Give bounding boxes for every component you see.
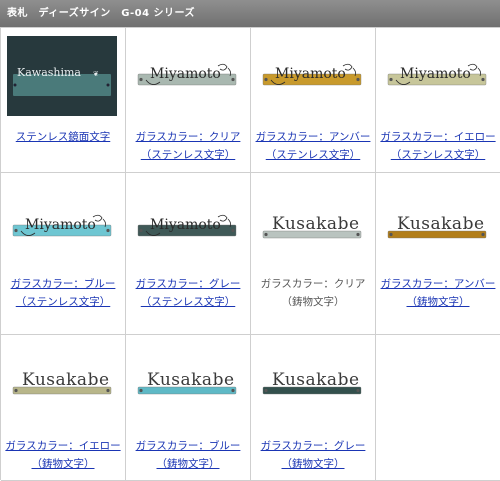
product-link[interactable]: ガラスカラー：クリア （ステンレス文字）	[126, 128, 250, 164]
product-name-line2: （ステンレス文字）	[265, 149, 361, 161]
nameplate-text: Miyamoto	[150, 217, 221, 233]
product-link[interactable]: ガラスカラー：ブルー （鋳物文字）	[126, 437, 250, 473]
nameplate-photo[interactable]: Miyamoto	[7, 187, 117, 267]
screw-icon	[356, 77, 360, 82]
nameplate-photo[interactable]: Miyamoto	[132, 187, 242, 267]
product-name-line1: ガラスカラー：アンバー	[380, 278, 496, 290]
screw-icon	[139, 388, 143, 393]
product-link[interactable]: ガラスカラー：イエロー （鋳物文字）	[1, 437, 125, 473]
product-cell: Kawashima ❦ ステンレス鏡面文字	[1, 28, 126, 173]
nameplate-photo[interactable]: Kawashima ❦	[7, 36, 117, 116]
leaf-icon: ❦	[93, 70, 99, 78]
nameplate-photo[interactable]: Miyamoto	[382, 36, 492, 116]
product-name-line1: ガラスカラー：ブルー	[135, 440, 241, 452]
product-name-line2: （鋳物文字）	[281, 296, 345, 308]
product-name-line2: （ステンレス文字）	[140, 149, 236, 161]
nameplate-text: Miyamoto	[400, 66, 471, 82]
nameplate-text: Miyamoto	[275, 66, 346, 82]
screw-icon	[481, 77, 485, 82]
product-cell: Kusakabe ガラスカラー：イエロー （鋳物文字）	[1, 335, 126, 481]
nameplate-text: Kusakabe	[272, 214, 360, 234]
nameplate-text: Kawashima	[17, 66, 81, 79]
product-cell: Kusakabe ガラスカラー：クリア （鋳物文字）	[251, 173, 376, 335]
product-name-line2: （鋳物文字）	[281, 458, 345, 470]
screw-icon	[139, 77, 143, 82]
nameplate-text: Kusakabe	[272, 370, 360, 390]
product-link[interactable]: ガラスカラー：ブルー （ステンレス文字）	[1, 275, 125, 311]
screw-icon	[389, 77, 393, 82]
nameplate-photo[interactable]: Kusakabe	[132, 343, 242, 423]
screw-icon	[264, 388, 268, 393]
screw-icon	[139, 228, 143, 233]
product-name-line1: ガラスカラー：イエロー	[380, 131, 496, 143]
product-link[interactable]: ガラスカラー：イエロー （ステンレス文字）	[376, 128, 500, 164]
nameplate-photo[interactable]: Kusakabe	[7, 343, 117, 423]
product-name-line1: ステンレス鏡面文字	[15, 131, 111, 143]
product-cell: Kusakabe ガラスカラー：アンバー （鋳物文字）	[376, 173, 500, 335]
screw-icon	[231, 77, 235, 82]
product-cell: Miyamoto ガラスカラー：グレー （ステンレス文字）	[126, 173, 251, 335]
screw-icon	[14, 388, 18, 393]
nameplate-text: Miyamoto	[25, 217, 96, 233]
panel-header: 表札 ディーズサイン G-04 シリーズ	[0, 0, 500, 27]
nameplate-photo[interactable]: Kusakabe	[257, 187, 367, 267]
product-link[interactable]: ガラスカラー：アンバー （ステンレス文字）	[251, 128, 375, 164]
nameplate-photo[interactable]: Miyamoto	[257, 36, 367, 116]
screw-icon	[264, 232, 268, 237]
screw-icon	[106, 228, 110, 233]
nameplate-photo[interactable]: Kusakabe	[257, 343, 367, 423]
product-grid: Kawashima ❦ ステンレス鏡面文字 Miyamoto ガラスカラー：クリア （ス…	[0, 27, 500, 481]
empty-cell	[376, 335, 500, 481]
product-panel: 表札 ディーズサイン G-04 シリーズ Kawashima ❦ ステンレス鏡面文字…	[0, 0, 500, 481]
product-name-line1: ガラスカラー：グレー	[260, 440, 366, 452]
screw-icon	[14, 228, 18, 233]
product-link[interactable]: ガラスカラー：アンバー （鋳物文字）	[376, 275, 500, 311]
product-cell: Miyamoto ガラスカラー：クリア （ステンレス文字）	[126, 28, 251, 173]
product-cell: Kusakabe ガラスカラー：ブルー （鋳物文字）	[126, 335, 251, 481]
product-name-line1: ガラスカラー：イエロー	[5, 440, 121, 452]
product-link[interactable]: ガラスカラー：クリア （鋳物文字）	[251, 275, 375, 311]
nameplate-text: Kusakabe	[22, 370, 110, 390]
product-link[interactable]: ガラスカラー：グレー （ステンレス文字）	[126, 275, 250, 311]
screw-icon	[264, 77, 268, 82]
product-name-line2: （ステンレス文字）	[140, 296, 236, 308]
product-name-line1: ガラスカラー：クリア	[135, 131, 241, 143]
product-name-line2: （ステンレス文字）	[390, 149, 486, 161]
product-name-line1: ガラスカラー：クリア	[260, 278, 366, 290]
screw-icon	[13, 83, 17, 87]
screw-icon	[389, 232, 393, 237]
product-cell: Miyamoto ガラスカラー：アンバー （ステンレス文字）	[251, 28, 376, 173]
nameplate-text: Kusakabe	[397, 214, 485, 234]
product-name-line1: ガラスカラー：アンバー	[255, 131, 371, 143]
screw-icon	[106, 83, 110, 87]
product-name-line2: （鋳物文字）	[406, 296, 470, 308]
screw-icon	[231, 228, 235, 233]
nameplate-text: Kusakabe	[147, 370, 235, 390]
product-name-line1: ガラスカラー：ブルー	[10, 278, 116, 290]
nameplate-text: Miyamoto	[150, 66, 221, 82]
product-name-line1: ガラスカラー：グレー	[135, 278, 241, 290]
nameplate-photo[interactable]: Miyamoto	[132, 36, 242, 116]
product-name-line2: （鋳物文字）	[156, 458, 220, 470]
product-link[interactable]: ガラスカラー：グレー （鋳物文字）	[251, 437, 375, 473]
product-cell: Miyamoto ガラスカラー：ブルー （ステンレス文字）	[1, 173, 126, 335]
product-link[interactable]: ステンレス鏡面文字	[1, 128, 125, 146]
nameplate-photo[interactable]: Kusakabe	[382, 187, 492, 267]
product-name-line2: （ステンレス文字）	[15, 296, 111, 308]
product-name-line2: （鋳物文字）	[31, 458, 95, 470]
product-cell: Kusakabe ガラスカラー：グレー （鋳物文字）	[251, 335, 376, 481]
product-cell: Miyamoto ガラスカラー：イエロー （ステンレス文字）	[376, 28, 500, 173]
